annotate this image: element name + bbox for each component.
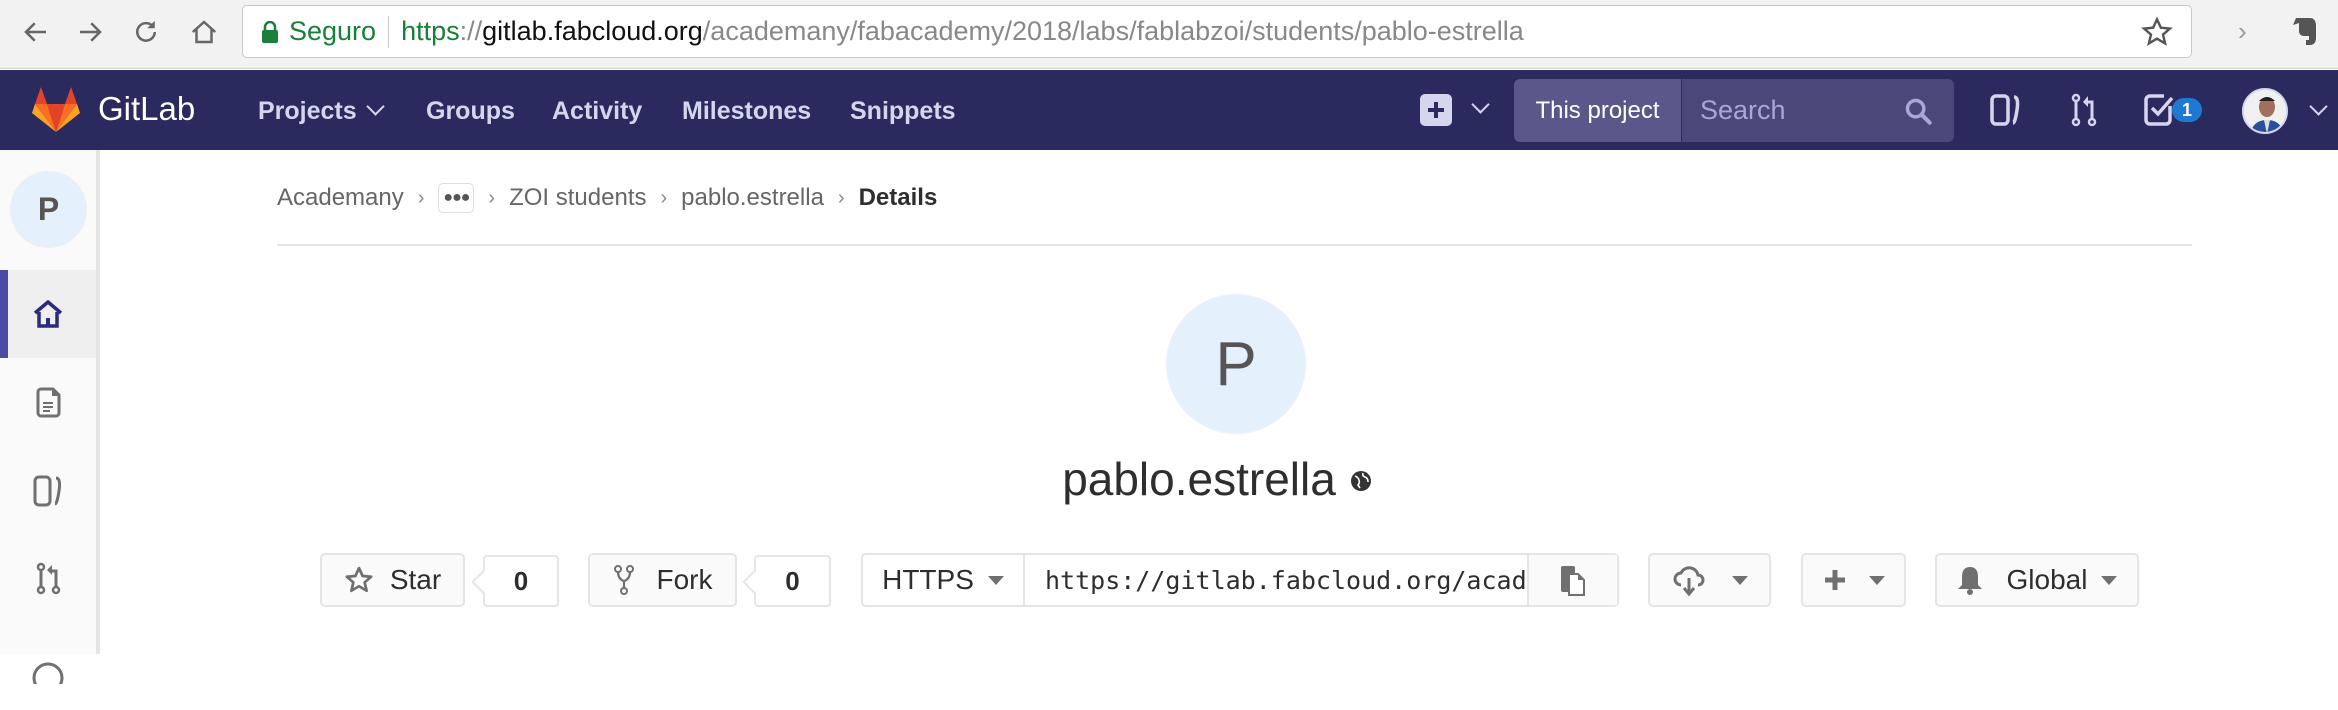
- caret-down-icon: [1868, 575, 1885, 585]
- project-title: pablo.estrella: [0, 452, 2338, 506]
- secure-label: Seguro: [289, 16, 377, 46]
- bell-icon: [1957, 567, 1982, 595]
- document-icon: [36, 387, 61, 418]
- merge-request-icon: [36, 562, 61, 595]
- home-icon: [33, 300, 63, 328]
- project-name: pablo.estrella: [1062, 453, 1336, 505]
- caret-down-icon: [1731, 575, 1748, 585]
- cloud-download-icon: [1673, 566, 1704, 597]
- add-new-button[interactable]: [1801, 553, 1906, 607]
- nav-snippets[interactable]: Snippets: [850, 97, 956, 126]
- star-label: Star: [389, 564, 442, 595]
- breadcrumb-current[interactable]: Details: [859, 184, 938, 212]
- arrow-left-icon: [24, 22, 46, 42]
- breadcrumb-divider: [277, 244, 2192, 246]
- url-text[interactable]: https://gitlab.fabcloud.org/academany/fa…: [401, 16, 1524, 47]
- chevron-down-icon: [365, 97, 385, 116]
- copy-url-button[interactable]: [1527, 555, 1617, 605]
- merge-requests-icon[interactable]: [2066, 92, 2102, 128]
- breadcrumb-separator-icon: ›: [837, 186, 845, 209]
- issues-icon[interactable]: [1988, 92, 2024, 128]
- fork-button[interactable]: Fork: [588, 553, 737, 607]
- search-scope-this-project[interactable]: This project: [1514, 79, 1681, 142]
- user-menu-chevron-icon[interactable]: [2309, 97, 2328, 116]
- extensions-overflow-icon[interactable]: ›: [2238, 16, 2247, 47]
- forward-button[interactable]: [72, 14, 108, 50]
- notification-level-label: Global: [2006, 564, 2088, 595]
- url-scheme: https: [401, 16, 460, 46]
- plus-icon: [1824, 570, 1845, 590]
- plus-icon: [1428, 102, 1444, 118]
- breadcrumb-separator-icon: ›: [660, 186, 668, 209]
- gitlab-logo-icon[interactable]: [32, 87, 80, 133]
- url-separator: [388, 15, 390, 48]
- notification-level-button[interactable]: Global: [1935, 553, 2139, 607]
- bookmark-star-icon[interactable]: [2141, 16, 2173, 48]
- project-sidebar: P: [0, 150, 100, 684]
- url-path: /academany/fabacademy/2018/labs/fablabzo…: [702, 16, 1524, 46]
- search-box[interactable]: [1682, 79, 1954, 142]
- clock-icon: [32, 662, 64, 684]
- sidebar-item-repository[interactable]: [0, 358, 96, 446]
- nav-milestones[interactable]: Milestones: [682, 97, 811, 126]
- new-item-chevron-icon[interactable]: [1471, 95, 1490, 114]
- fork-label: Fork: [656, 564, 713, 595]
- url-host: gitlab.fabcloud.org: [482, 16, 703, 46]
- nav-projects[interactable]: Projects: [258, 97, 385, 126]
- sidebar-project-avatar[interactable]: P: [10, 171, 87, 248]
- clone-url-group: HTTPS: [861, 553, 1619, 607]
- user-photo: [2244, 90, 2286, 132]
- browser-toolbar: Seguro https://gitlab.fabcloud.org/acade…: [0, 0, 2338, 69]
- url-scheme-sep: ://: [459, 16, 483, 46]
- nav-groups[interactable]: Groups: [426, 97, 515, 126]
- clone-url-input[interactable]: [1025, 555, 1527, 605]
- fork-count[interactable]: 0: [754, 555, 831, 607]
- nav-activity[interactable]: Activity: [552, 97, 642, 126]
- evernote-extension-icon[interactable]: [2290, 14, 2320, 48]
- sidebar-item-project-overview[interactable]: [0, 270, 96, 358]
- reload-icon: [136, 20, 156, 42]
- home-outline-icon: [191, 20, 217, 44]
- address-bar[interactable]: Seguro https://gitlab.fabcloud.org/acade…: [242, 5, 2192, 58]
- nav-projects-label: Projects: [258, 97, 357, 125]
- clone-protocol-dropdown[interactable]: HTTPS: [863, 555, 1025, 605]
- clipboard-icon: [1561, 566, 1585, 596]
- gitlab-navbar: GitLab Projects Groups Activity Mileston…: [0, 70, 2338, 150]
- user-avatar[interactable]: [2242, 88, 2288, 134]
- caret-down-icon: [987, 575, 1004, 585]
- breadcrumb: Academany › ●●● › ZOI students › pablo.e…: [277, 183, 937, 213]
- star-count[interactable]: 0: [483, 555, 559, 607]
- breadcrumb-separator-icon: ›: [417, 186, 425, 209]
- breadcrumb-expand-button[interactable]: ●●●: [438, 183, 475, 213]
- home-button[interactable]: [186, 14, 222, 50]
- breadcrumb-academany[interactable]: Academany: [277, 184, 404, 212]
- todos-count-badge: 1: [2172, 98, 2202, 122]
- globe-public-icon: [1350, 470, 1371, 491]
- sidebar-item-more[interactable]: [0, 622, 96, 710]
- star-button[interactable]: Star: [320, 553, 465, 607]
- fork-icon: [613, 565, 634, 595]
- brand-name[interactable]: GitLab: [98, 90, 195, 128]
- arrow-right-icon: [80, 22, 102, 42]
- lock-icon: [262, 20, 278, 43]
- back-button[interactable]: [18, 14, 54, 50]
- new-item-button[interactable]: [1420, 94, 1452, 126]
- project-avatar: P: [1166, 294, 1306, 434]
- download-button[interactable]: [1648, 553, 1771, 607]
- breadcrumb-separator-icon: ›: [488, 186, 496, 209]
- caret-down-icon: [2101, 575, 2118, 585]
- breadcrumb-zoi-students[interactable]: ZOI students: [509, 184, 646, 212]
- clone-protocol-label: HTTPS: [882, 564, 974, 595]
- breadcrumb-project[interactable]: pablo.estrella: [681, 184, 824, 212]
- reload-button[interactable]: [128, 14, 164, 50]
- sidebar-item-merge-requests[interactable]: [0, 534, 96, 622]
- search-input[interactable]: [1700, 95, 1900, 126]
- search-icon[interactable]: [1904, 97, 1932, 125]
- star-icon: [345, 566, 373, 593]
